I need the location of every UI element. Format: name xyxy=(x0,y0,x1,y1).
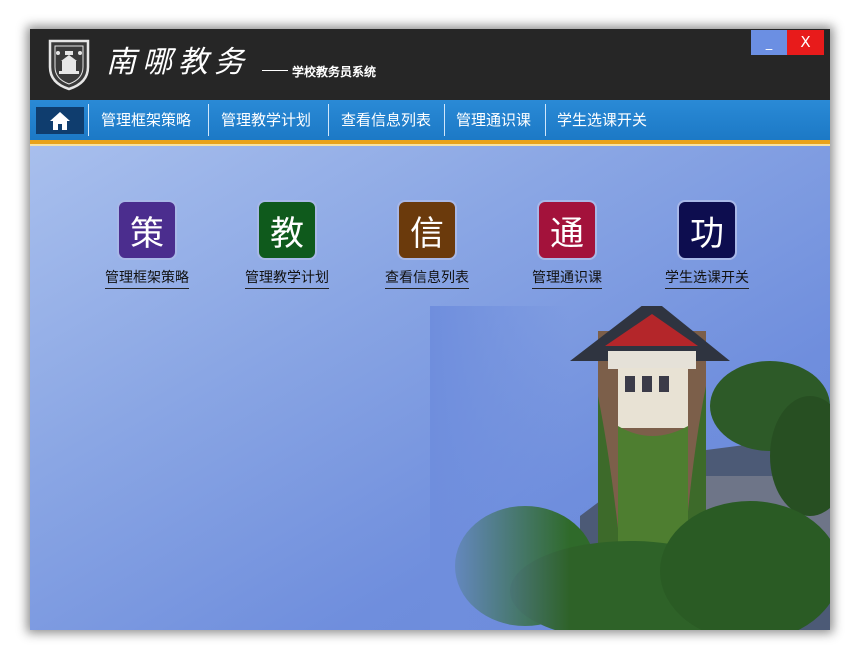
nav-separator xyxy=(208,104,209,136)
general-course-tile-icon: 通 xyxy=(537,200,597,260)
nav-item-teaching-plan[interactable]: 管理教学计划 xyxy=(221,100,311,140)
nav-item-general-course[interactable]: 管理通识课 xyxy=(456,100,531,140)
teaching-tile-icon: 教 xyxy=(257,200,317,260)
tile-label: 学生选课开关 xyxy=(665,267,749,289)
nav-separator xyxy=(328,104,329,136)
campus-building-image xyxy=(430,306,830,630)
nav-item-course-switch[interactable]: 学生选课开关 xyxy=(557,100,647,140)
tile-info-list[interactable]: 信 查看信息列表 xyxy=(377,200,477,289)
main-content: 策 管理框架策略 教 管理教学计划 信 查看信息列表 通 管理通识课 功 学生选… xyxy=(30,146,830,630)
dash-divider xyxy=(262,70,288,71)
nav-separator xyxy=(88,104,89,136)
tile-label: 管理框架策略 xyxy=(105,267,189,289)
nav-item-framework[interactable]: 管理框架策略 xyxy=(101,100,191,140)
minimize-button[interactable]: _ xyxy=(751,30,787,55)
course-switch-tile-icon: 功 xyxy=(677,200,737,260)
close-button[interactable]: X xyxy=(787,30,824,55)
tile-teaching-plan[interactable]: 教 管理教学计划 xyxy=(237,200,337,289)
info-tile-icon: 信 xyxy=(397,200,457,260)
tile-general-course[interactable]: 通 管理通识课 xyxy=(517,200,617,289)
title-bar[interactable]: 南哪教务 学校教务员系统 _ X xyxy=(30,29,830,100)
subtitle-text: 学校教务员系统 xyxy=(292,65,377,79)
nav-separator xyxy=(545,104,546,136)
tile-framework-strategy[interactable]: 策 管理框架策略 xyxy=(97,200,197,289)
app-name: 南哪教务 xyxy=(106,45,250,80)
tile-label: 查看信息列表 xyxy=(385,267,469,289)
app-window: 南哪教务 学校教务员系统 _ X 管理框架策略 管理教学计划 查看信息列表 管理… xyxy=(30,29,830,630)
home-icon xyxy=(50,111,70,130)
tile-label: 管理通识课 xyxy=(532,267,602,289)
app-subtitle: 学校教务员系统 xyxy=(262,63,376,80)
nav-separator xyxy=(444,104,445,136)
home-button[interactable] xyxy=(36,107,84,134)
nav-item-info-list[interactable]: 查看信息列表 xyxy=(341,100,431,140)
tile-course-switch[interactable]: 功 学生选课开关 xyxy=(657,200,757,289)
tile-label: 管理教学计划 xyxy=(245,267,329,289)
framework-tile-icon: 策 xyxy=(117,200,177,260)
university-emblem-icon xyxy=(48,39,90,91)
